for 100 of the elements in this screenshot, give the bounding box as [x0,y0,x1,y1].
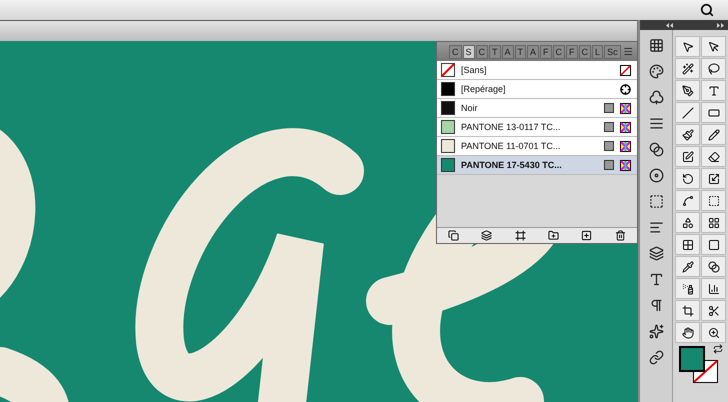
tool-button[interactable] [701,36,726,57]
brush-icon [682,128,694,140]
tool-button[interactable] [675,300,700,321]
tool-button[interactable] [701,190,726,211]
selection-icon [682,40,694,52]
panel-tab[interactable]: Sc [604,44,621,58]
tool-button[interactable] [701,80,726,101]
swatch-name: PANTONE 13-0117 TC... [461,122,562,132]
letter-stroke [0,347,70,402]
search-icon[interactable] [700,3,714,17]
swatch-row[interactable]: [Sans] [437,61,637,80]
collapse-icon[interactable] [666,22,673,28]
hand-icon [682,326,694,338]
rectangle-icon [708,106,720,118]
palette-icon[interactable] [648,64,664,79]
tool-button[interactable] [701,58,726,79]
pen-icon [682,84,694,96]
tool-button[interactable] [701,300,726,321]
club-icon[interactable] [648,90,664,105]
swatch-grid-icon[interactable] [648,38,664,53]
tool-button[interactable] [675,168,700,189]
new-group-icon[interactable] [548,230,560,241]
tool-button[interactable] [701,278,726,299]
links-icon[interactable] [648,350,664,365]
tool-button[interactable] [675,102,700,123]
panel-tab[interactable]: T [489,44,501,58]
swatch-name: PANTONE 17-5430 TC... [461,160,563,170]
tool-button[interactable] [701,256,726,277]
pencil-icon [708,128,720,140]
tool-button[interactable] [701,146,726,167]
direct-selection-icon [708,40,720,52]
panel-tab[interactable]: C [449,44,462,58]
zoom-icon [708,326,720,338]
tool-button[interactable] [701,234,726,255]
line-icon [682,106,694,118]
tool-button[interactable] [701,124,726,145]
swatch-name: PANTONE 11-0701 TC... [461,141,562,151]
tool-button[interactable] [675,190,700,211]
tool-button[interactable] [675,322,700,343]
panel-menu-icon[interactable] [622,46,633,57]
lines-icon[interactable] [648,116,664,131]
swap-icon[interactable] [713,344,723,354]
registration-icon [620,84,631,94]
panel-tab[interactable]: S [462,44,475,58]
type-icon [708,84,720,96]
edit-icon [682,150,694,162]
panel-tab[interactable]: L [592,44,604,58]
mesh-icon [682,238,694,250]
tool-button[interactable] [675,124,700,145]
blend-icon [708,260,720,272]
panel-tab[interactable]: C [552,44,566,58]
rotate-icon [682,172,694,184]
swatch-name: Noir [461,103,479,113]
tool-button[interactable] [675,58,700,79]
panel-tab[interactable]: F [566,44,578,58]
tool-button[interactable] [675,256,700,277]
none-icon [620,64,631,76]
panel-tab[interactable]: C [578,44,592,58]
cmyk-icon [620,140,631,152]
new-swatch-icon[interactable] [581,230,592,241]
overlap-circles-icon[interactable] [648,142,664,157]
layers-icon[interactable] [648,246,664,261]
cmyk-icon [620,122,631,132]
tool-button[interactable] [675,278,700,299]
scale-icon [708,172,720,184]
tool-button[interactable] [675,80,700,101]
shape-builder-icon [682,216,694,228]
panel-tab[interactable]: C [476,44,488,58]
magic-wand-icon [682,62,694,74]
tool-button[interactable] [675,212,700,233]
lasso-icon [708,62,720,74]
circle-icon[interactable] [648,168,664,183]
tool-button[interactable] [701,322,726,343]
align-icon[interactable] [648,220,664,235]
tool-button[interactable] [701,102,726,123]
tool-button[interactable] [675,146,700,167]
none-swatch-icon [441,63,455,77]
character-icon[interactable] [648,272,664,287]
swatch-name: [Sans] [461,65,488,75]
panel-tab[interactable]: F [540,44,552,58]
swatch-row[interactable]: PANTONE 17-5430 TC... [437,156,637,175]
tool-button[interactable] [675,36,700,57]
expand-icon[interactable] [717,22,724,28]
swatch-row[interactable]: [Repérage] [437,80,637,99]
swatch-row[interactable]: PANTONE 13-0117 TC... [437,118,637,137]
swatch-row[interactable]: PANTONE 11-0701 TC... [437,137,637,156]
tool-button[interactable] [701,212,726,233]
pilcrow-icon[interactable] [648,298,664,313]
trash-icon[interactable] [614,230,626,241]
panel-tab[interactable]: A [502,44,514,58]
tool-button[interactable] [675,234,700,255]
graph-icon [708,282,720,294]
panel-tab[interactable]: T [514,44,526,58]
fill-stroke-drawing[interactable] [679,346,719,384]
swatch-name: [Repérage] [461,84,507,94]
eraser-icon [708,150,720,162]
tool-button[interactable] [701,168,726,189]
panel-tab[interactable]: A [527,44,540,58]
swatch-row[interactable]: Noir [437,99,637,118]
frame-icon[interactable] [648,194,664,209]
